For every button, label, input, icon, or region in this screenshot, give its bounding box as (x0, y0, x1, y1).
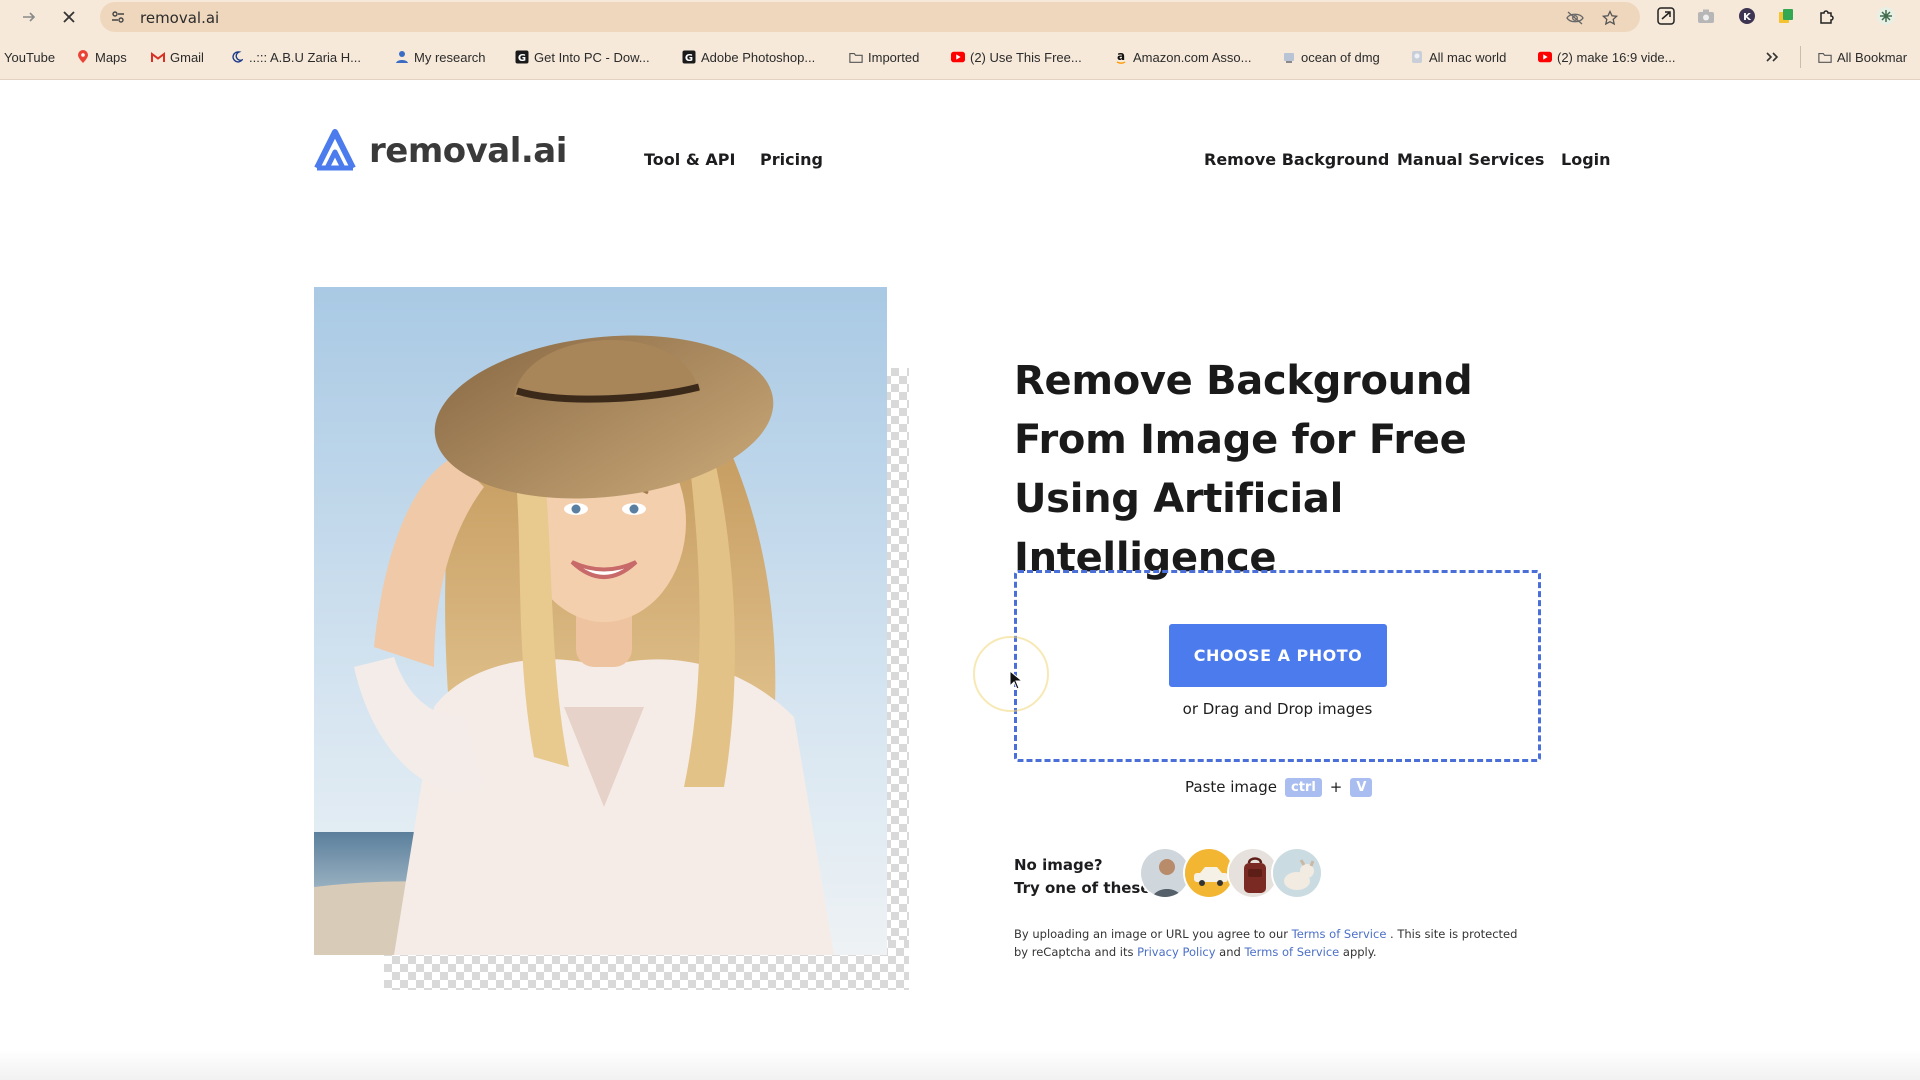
bookmark-label: All mac world (1429, 49, 1507, 65)
bookmark-adobe-photoshop[interactable]: G Adobe Photoshop... (682, 47, 815, 67)
all-bookmarks-folder[interactable]: All Bookmar (1818, 47, 1907, 67)
bookmark-star-icon[interactable] (1600, 8, 1620, 28)
page-icon (1282, 50, 1296, 64)
bookmark-abu-zaria[interactable]: ..::: A.B.U Zaria H... (230, 47, 361, 67)
no-image-text: No image? (1014, 856, 1103, 874)
sample-dog[interactable] (1271, 847, 1323, 899)
bookmark-youtube[interactable]: YouTube (4, 47, 55, 67)
nav-manual-services[interactable]: Manual Services (1397, 150, 1544, 169)
logo-text: removal.ai (369, 131, 567, 171)
svg-text:G: G (518, 53, 526, 64)
recaptcha-terms-link[interactable]: Terms of Service (1244, 945, 1339, 959)
bookmark-label: (2) Use This Free... (970, 49, 1082, 65)
g-icon: G (682, 50, 696, 64)
sample-images-prompt: No image? Try one of these (1014, 854, 1151, 900)
bookmark-maps[interactable]: Maps (76, 47, 127, 67)
bookmark-label: Adobe Photoshop... (701, 49, 816, 65)
bookmark-ocean-of-dmg[interactable]: ocean of dmg (1282, 47, 1380, 67)
hero-headline: Remove Background From Image for Free Us… (1014, 358, 1473, 581)
svg-text:a: a (1117, 50, 1125, 63)
bookmark-label: Maps (95, 49, 127, 65)
bookmark-label: Amazon.com Asso... (1133, 49, 1252, 65)
bookmark-label: My research (414, 49, 486, 65)
k-extension-icon[interactable]: K (1736, 5, 1758, 27)
svg-text:G: G (685, 53, 693, 64)
hero-example-photo (314, 287, 887, 955)
paste-plus-sign: + (1329, 778, 1343, 796)
bookmark-label: Imported (868, 49, 920, 65)
amazon-icon: a (1114, 50, 1128, 64)
terms-text-part3: and (1215, 945, 1245, 959)
bookmark-label: ..::: A.B.U Zaria H... (249, 49, 361, 65)
bookmarks-bar: YouTube Maps Gmail ..::: A.B.U Zaria H..… (0, 34, 1920, 80)
bookmark-label: YouTube (4, 49, 56, 65)
eye-off-icon[interactable] (1565, 8, 1585, 28)
bookmark-label: ocean of dmg (1301, 49, 1380, 65)
nav-login[interactable]: Login (1561, 150, 1611, 169)
forward-icon[interactable] (18, 6, 40, 28)
bookmark-amazon-associates[interactable]: a Amazon.com Asso... (1114, 47, 1252, 67)
bookmark-make-16-9-video[interactable]: (2) make 16:9 vide... (1538, 47, 1676, 67)
bookmark-gmail[interactable]: Gmail (151, 47, 204, 67)
url-text[interactable]: removal.ai (140, 9, 219, 27)
terms-of-service-link[interactable]: Terms of Service (1292, 927, 1387, 941)
terms-text-part1: By uploading an image or URL you agree t… (1014, 927, 1292, 941)
bookmark-my-research[interactable]: My research (395, 47, 486, 67)
folder-icon (1818, 50, 1832, 64)
page-bottom-edge (0, 1050, 1920, 1080)
youtube-icon (1538, 50, 1552, 64)
site-settings-icon[interactable] (110, 9, 126, 25)
gmail-icon (151, 50, 165, 64)
site-logo[interactable]: removal.ai (313, 126, 567, 176)
bookmark-use-this-free[interactable]: (2) Use This Free... (951, 47, 1082, 67)
browser-toolbar: removal.ai K (0, 0, 1920, 34)
maps-pin-icon (76, 50, 90, 64)
bookmarks-overflow-chevron-icon[interactable] (1765, 47, 1779, 67)
nav-remove-background[interactable]: Remove Background (1204, 150, 1389, 169)
copy-extension-icon[interactable] (1775, 5, 1797, 27)
bookmark-label: (2) make 16:9 vide... (1557, 49, 1676, 65)
bookmark-get-into-pc[interactable]: G Get Into PC - Dow... (515, 47, 650, 67)
camera-extension-icon[interactable] (1695, 5, 1717, 27)
logo-mark-icon (313, 126, 365, 177)
bookmark-all-mac-world[interactable]: All mac world (1410, 47, 1506, 67)
send-extension-icon[interactable] (1655, 5, 1677, 27)
profile-avatar-icon[interactable] (1875, 5, 1897, 27)
extensions-puzzle-icon[interactable] (1816, 5, 1838, 27)
stop-loading-icon[interactable] (58, 6, 80, 28)
try-samples-text: Try one of these (1014, 879, 1151, 897)
youtube-icon (951, 50, 965, 64)
moon-icon (230, 50, 244, 64)
v-key-badge: V (1350, 777, 1373, 797)
mouse-cursor-icon (1009, 669, 1024, 690)
page-icon (1410, 50, 1424, 64)
g-icon: G (515, 50, 529, 64)
bookmark-imported-folder[interactable]: Imported (849, 47, 919, 67)
all-bookmarks-label: All Bookmar (1837, 49, 1908, 65)
bookmark-label: Get Into PC - Dow... (534, 49, 650, 65)
nav-pricing[interactable]: Pricing (760, 150, 823, 169)
privacy-policy-link[interactable]: Privacy Policy (1137, 945, 1215, 959)
ctrl-key-badge: ctrl (1284, 777, 1322, 797)
address-bar[interactable]: removal.ai (100, 2, 1640, 32)
bookmarks-divider (1800, 46, 1801, 68)
folder-icon (849, 50, 863, 64)
drag-drop-hint: or Drag and Drop images (1182, 700, 1373, 718)
paste-image-hint: Paste image ctrl + V (1185, 776, 1373, 798)
bookmark-label: Gmail (170, 49, 204, 65)
paste-image-label: Paste image (1185, 778, 1277, 796)
terms-text-part4: apply. (1339, 945, 1377, 959)
research-icon (395, 50, 409, 64)
choose-photo-button[interactable]: CHOOSE A PHOTO (1169, 624, 1387, 687)
svg-text:K: K (1743, 12, 1752, 23)
nav-tool-api[interactable]: Tool & API (644, 150, 735, 169)
terms-notice: By uploading an image or URL you agree t… (1014, 925, 1534, 961)
